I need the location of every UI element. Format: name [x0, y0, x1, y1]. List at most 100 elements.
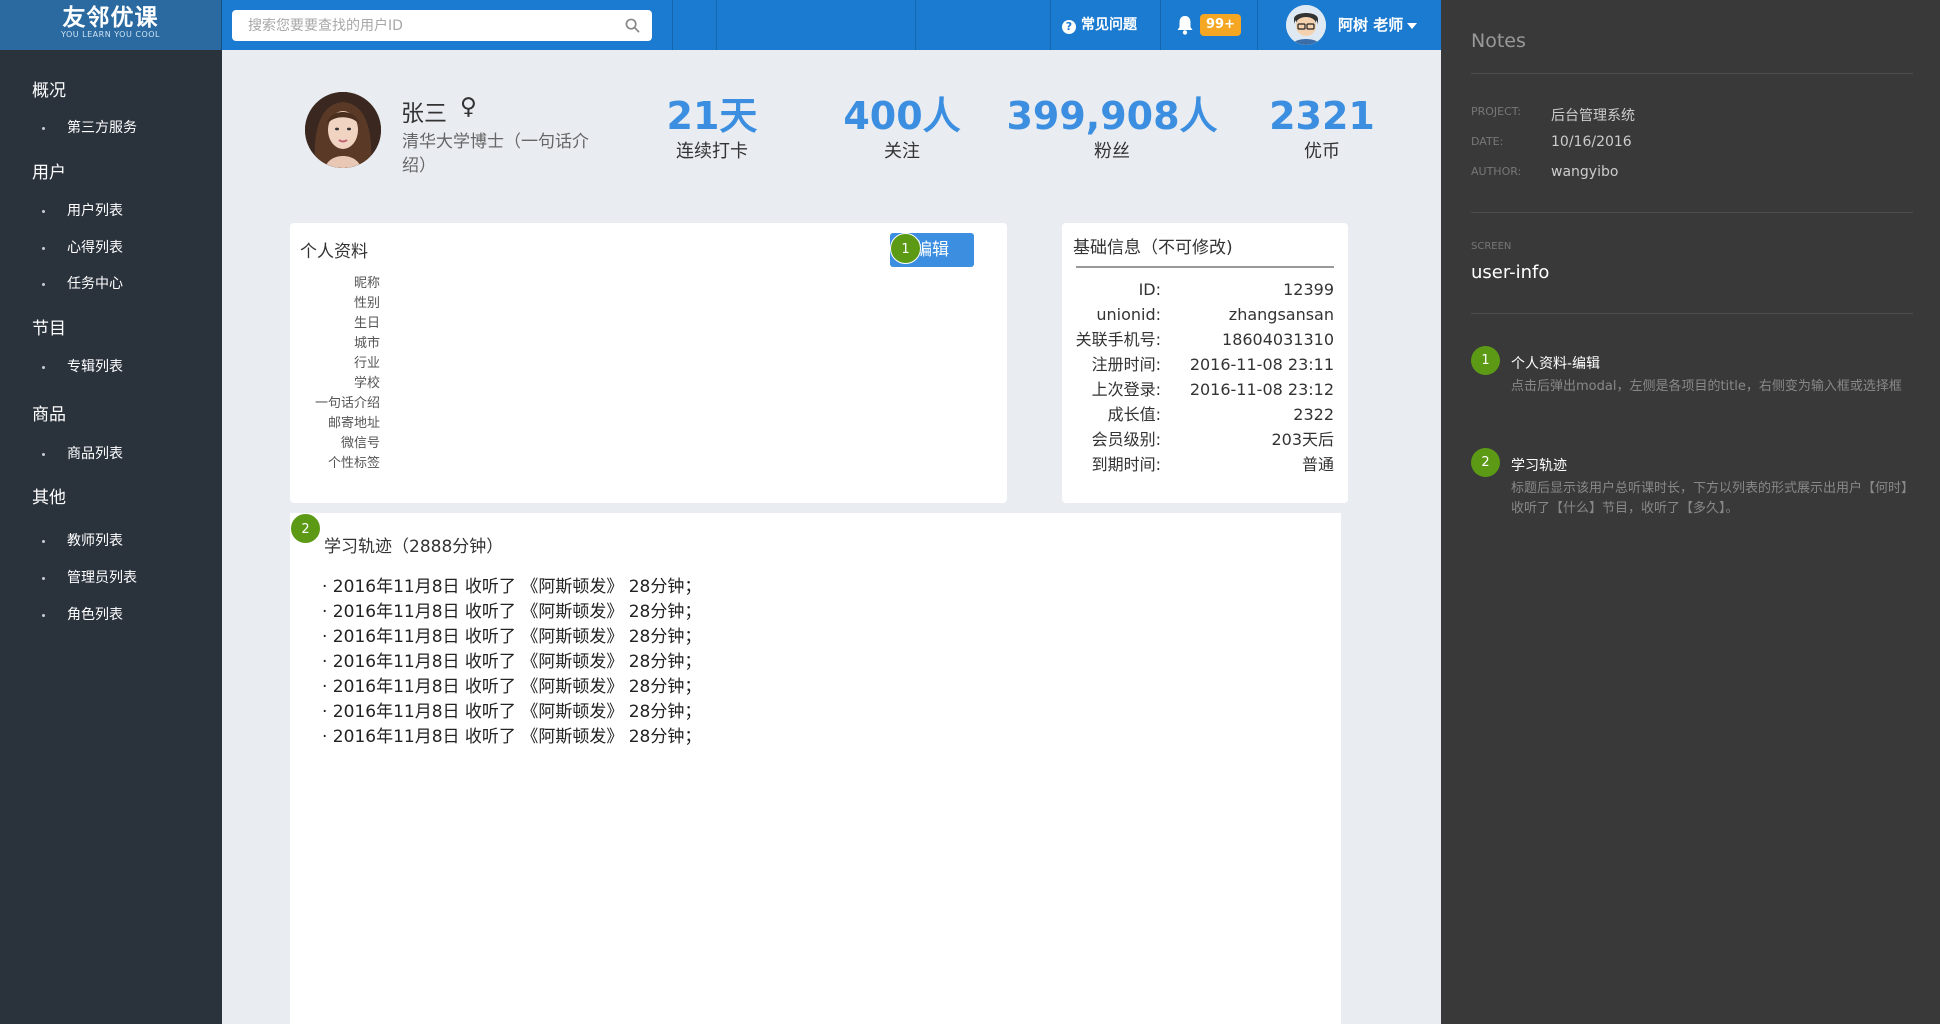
- sidebar-group-other[interactable]: 其他: [0, 485, 66, 511]
- logo-text: 友邻优课: [62, 5, 159, 31]
- female-gender-icon: ♀: [460, 94, 477, 120]
- main-content: 张三 ♀ 清华大学博士（一句话介绍） 21天 连续打卡 400人 关注 399,…: [222, 50, 1441, 1024]
- caret-down-icon[interactable]: [1407, 23, 1417, 29]
- history-item: · 2016年11月8日 收听了 《阿斯顿发》 28分钟；: [322, 727, 702, 747]
- field-label-tags: 个性标签: [327, 456, 380, 471]
- history-item: · 2016年11月8日 收听了 《阿斯顿发》 28分钟；: [322, 602, 702, 622]
- info-value-phone: 18604031310: [1222, 330, 1334, 349]
- info-label-unionid: unionid:: [1096, 305, 1161, 324]
- field-label-school: 学校: [353, 376, 380, 391]
- logo-tagline: YOU LEARN YOU COOL: [61, 30, 160, 39]
- history-item: · 2016年11月8日 收听了 《阿斯顿发》 28分钟；: [322, 652, 702, 672]
- history-item: · 2016年11月8日 收听了 《阿斯顿发》 28分钟；: [322, 577, 702, 597]
- info-value-member-level: 203天后: [1271, 430, 1334, 449]
- topbar-divider: [915, 0, 916, 50]
- bullet-icon: [42, 365, 45, 369]
- sidebar: 概况 第三方服务 用户 用户列表 心得列表 任务中心 节目 专辑列表 商品 商品…: [0, 50, 222, 1024]
- info-label-last-login: 上次登录:: [1091, 380, 1161, 399]
- field-label-intro: 一句话介绍: [314, 396, 380, 411]
- notes-title: Notes: [1471, 30, 1526, 52]
- field-label-address: 邮寄地址: [327, 416, 380, 431]
- meta-value-project: 后台管理系统: [1551, 108, 1635, 124]
- sidebar-item-admin-list[interactable]: 管理员列表: [0, 568, 137, 588]
- sidebar-item-role-list[interactable]: 角色列表: [0, 605, 123, 625]
- sidebar-item-third-party[interactable]: 第三方服务: [0, 118, 137, 138]
- avatar-illustration: [1286, 5, 1326, 45]
- stat-coins: 2321 优币: [1262, 94, 1382, 166]
- stat-label: 连续打卡: [676, 141, 748, 162]
- sidebar-group-programs[interactable]: 节目: [0, 316, 66, 342]
- field-label-wechat: 微信号: [340, 436, 380, 451]
- stat-label: 粉丝: [1094, 141, 1130, 162]
- profile-photo: [305, 92, 381, 168]
- profile-name: 张三: [401, 101, 447, 127]
- annotation-marker-1: 1: [890, 233, 921, 264]
- annotation-description: 标题后显示该用户总听课时长，下方以列表的形式展示出用户【何时】收听了【什么】节目…: [1511, 481, 1915, 516]
- sidebar-item-label: 第三方服务: [67, 120, 137, 136]
- annotation-title: 个人资料-编辑: [1511, 356, 1601, 372]
- notification-badge[interactable]: 99+: [1200, 14, 1241, 36]
- info-label-registered: 注册时间:: [1091, 355, 1161, 374]
- stat-following: 400人 关注: [832, 94, 972, 166]
- divider: [1471, 212, 1913, 213]
- bullet-icon: [42, 209, 45, 213]
- sidebar-group-overview[interactable]: 概况: [0, 78, 66, 104]
- card-title: 基础信息（不可修改): [1073, 238, 1233, 258]
- meta-value-author: wangyibo: [1551, 164, 1619, 180]
- stat-label: 优币: [1304, 141, 1340, 162]
- info-value-registered: 2016-11-08 23:11: [1189, 355, 1334, 374]
- meta-value-date: 10/16/2016: [1551, 134, 1632, 150]
- stat-value: 400人: [843, 94, 961, 138]
- bell-icon[interactable]: [1175, 14, 1195, 36]
- meta-key-project: PROJECT:: [1471, 105, 1522, 118]
- sidebar-group-products[interactable]: 商品: [0, 402, 66, 428]
- bullet-icon: [42, 246, 45, 250]
- topbar-divider: [1257, 0, 1258, 50]
- divider: [1471, 313, 1913, 314]
- sidebar-item-task-center[interactable]: 任务中心: [0, 274, 123, 294]
- stat-value: 2321: [1269, 94, 1375, 138]
- faq-label: 常见问题: [1081, 17, 1137, 33]
- sidebar-item-label: 专辑列表: [67, 359, 123, 375]
- sidebar-item-user-list[interactable]: 用户列表: [0, 201, 123, 221]
- basic-info-card: 基础信息（不可修改) ID: 12399 unionid: zhangsansa…: [1062, 223, 1348, 503]
- brand-logo[interactable]: 友邻优课 YOU LEARN YOU COOL: [0, 0, 222, 50]
- bullet-icon: [42, 576, 45, 580]
- info-label-expiry: 到期时间:: [1091, 455, 1161, 474]
- stat-label: 关注: [884, 141, 920, 162]
- sidebar-item-teacher-list[interactable]: 教师列表: [0, 531, 123, 551]
- stat-checkin-streak: 21天 连续打卡: [652, 94, 772, 166]
- user-name[interactable]: 阿树 老师: [1338, 0, 1403, 50]
- info-label-member-level: 会员级别:: [1091, 430, 1161, 449]
- sidebar-item-label: 任务中心: [67, 276, 123, 292]
- annotation-marker-2: 2: [1471, 448, 1500, 477]
- top-navbar: 友邻优课 YOU LEARN YOU COOL ? 常见问题 99+ 阿树 老师: [0, 0, 1441, 50]
- divider: [1076, 266, 1334, 268]
- meta-key-author: AUTHOR:: [1471, 165, 1522, 178]
- user-avatar[interactable]: [1286, 5, 1326, 45]
- sidebar-item-label: 管理员列表: [67, 570, 137, 586]
- sidebar-item-notes-list[interactable]: 心得列表: [0, 238, 123, 258]
- history-item: · 2016年11月8日 收听了 《阿斯顿发》 28分钟；: [322, 627, 702, 647]
- sidebar-item-label: 角色列表: [67, 607, 123, 623]
- sidebar-item-product-list[interactable]: 商品列表: [0, 444, 123, 464]
- sidebar-item-album-list[interactable]: 专辑列表: [0, 357, 123, 377]
- divider: [1471, 73, 1913, 74]
- annotation-title: 学习轨迹: [1511, 458, 1567, 474]
- info-label-phone: 关联手机号:: [1075, 330, 1161, 349]
- search-box: [232, 10, 652, 41]
- bullet-icon: [42, 613, 45, 617]
- sidebar-group-users[interactable]: 用户: [0, 160, 66, 186]
- info-label-id: ID:: [1138, 280, 1161, 299]
- topbar-divider: [1050, 0, 1051, 50]
- screen-key: SCREEN: [1471, 241, 1512, 252]
- bullet-icon: [42, 452, 45, 456]
- search-input[interactable]: [232, 10, 612, 41]
- learning-history-card: 2 学习轨迹（2888分钟） · 2016年11月8日 收听了 《阿斯顿发》 2…: [290, 513, 1341, 1024]
- faq-link[interactable]: ? 常见问题: [1062, 0, 1137, 50]
- notes-panel: Notes PROJECT: 后台管理系统 DATE: 10/16/2016 A…: [1441, 0, 1940, 1024]
- history-item: · 2016年11月8日 收听了 《阿斯顿发》 28分钟；: [322, 702, 702, 722]
- search-icon[interactable]: [625, 18, 640, 33]
- topbar-divider: [1160, 0, 1161, 50]
- sidebar-item-label: 商品列表: [67, 446, 123, 462]
